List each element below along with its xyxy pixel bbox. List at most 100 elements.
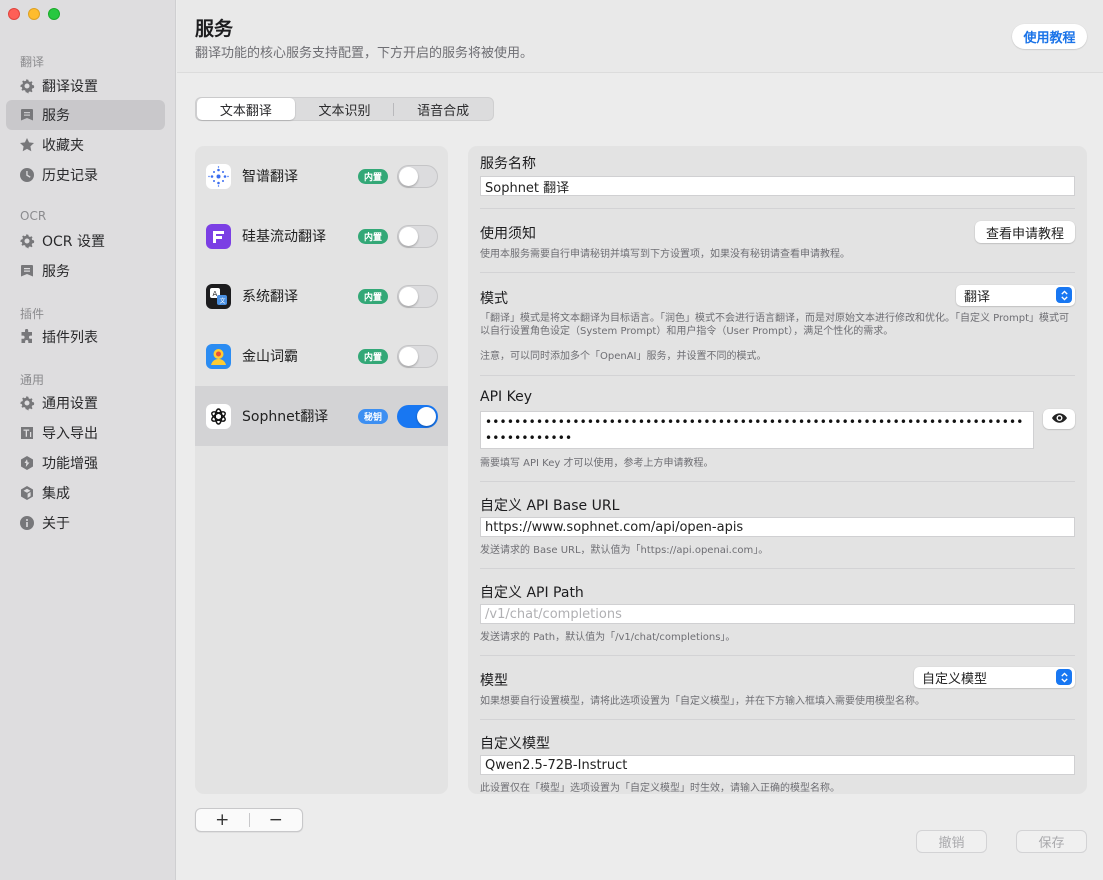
sidebar-item-translate-settings[interactable]: 翻译设置 [6,71,165,101]
divider [480,208,1075,209]
page-title: 服务 [195,18,234,40]
sidebar-item-ocr-settings[interactable]: OCR 设置 [6,226,165,256]
builtin-badge: 内置 [358,228,389,244]
close-window-button[interactable] [8,8,20,20]
service-name: 系统翻译 [242,289,298,305]
iciba-logo-icon [206,343,231,369]
service-detail-panel: 服务名称 Sophnet 翻译 使用须知 查看申请教程 使用本服务需要自行申请秘… [468,146,1087,794]
save-button[interactable]: 保存 [1016,830,1087,853]
divider [480,719,1075,720]
info-icon [19,515,35,531]
service-toggle-system[interactable] [397,284,438,308]
tab-text-translate[interactable]: 文本翻译 [197,98,295,120]
service-name: 硅基流动翻译 [242,229,326,245]
custom-model-input[interactable]: Qwen2.5-72B-Instruct [480,755,1075,775]
divider [480,375,1075,376]
mode-description: 「翻译」模式是将文本翻译为目标语言。「润色」模式不会进行语言翻译，而是对原始文本… [480,313,1070,337]
sidebar-item-about[interactable]: 关于 [6,508,165,538]
sidebar: 翻译 翻译设置 服务 收藏夹 历史记录 OCR OCR 设置 服务 插件 插件列… [0,0,176,880]
toggle-knob [399,226,418,246]
main-content: 文本翻译 文本识别 语音合成 智谱翻译 内置 硅基流动翻译 内置 A文 系统翻译… [177,74,1103,880]
base-url-input[interactable]: https://www.sophnet.com/api/open-apis [480,517,1075,537]
service-item-sophnet[interactable]: Sophnet翻译 秘钥 [195,386,448,446]
toggle-knob [399,346,418,366]
sidebar-item-services[interactable]: 服务 [6,100,165,130]
minimize-window-button[interactable] [28,8,40,20]
api-key-description: 需要填写 API Key 才可以使用，参考上方申请教程。 [480,458,714,469]
cancel-button[interactable]: 撤销 [916,830,987,853]
builtin-badge: 内置 [358,168,389,184]
remove-service-button[interactable]: − [250,810,303,830]
toggle-knob [399,166,418,186]
service-toggle-siliconflow[interactable] [397,224,438,248]
enhance-icon [19,455,35,471]
add-service-button[interactable]: + [196,810,249,830]
reveal-key-button[interactable] [1043,409,1075,429]
api-key-label: API Key [480,389,532,405]
zoom-window-button[interactable] [48,8,60,20]
service-toggle-sophnet[interactable] [397,404,438,428]
gear-icon [19,233,35,249]
tab-text-recognition[interactable]: 文本识别 [296,98,394,120]
service-item-system-translate[interactable]: A文 系统翻译 内置 [195,266,448,326]
sidebar-group-translate: 翻译 [20,55,45,69]
sidebar-item-label: OCR 设置 [42,234,105,250]
sidebar-item-plugin-list[interactable]: 插件列表 [6,322,165,352]
api-key-input[interactable]: ••••••••••••••••••••••••••••••••••••••••… [480,411,1034,449]
model-description: 如果想要自行设置模型，请将此选项设置为「自定义模型」，并在下方输入框填入需要使用… [480,696,925,707]
siliconflow-logo-icon [206,223,231,249]
sidebar-item-history[interactable]: 历史记录 [6,160,165,190]
service-toggle-zhipu[interactable] [397,164,438,188]
sidebar-item-label: 服务 [42,108,70,124]
model-selected-value: 自定义模型 [922,672,988,687]
model-select[interactable]: 自定义模型 [914,667,1075,688]
list-add-remove-control: + − [195,808,303,832]
service-name: 智谱翻译 [242,169,298,185]
chevron-up-down-icon [1056,287,1072,303]
builtin-badge: 内置 [358,288,389,304]
sidebar-item-general-settings[interactable]: 通用设置 [6,388,165,418]
service-name: 金山词霸 [242,349,298,365]
sidebar-item-integration[interactable]: 集成 [6,478,165,508]
tutorial-button[interactable]: 使用教程 [1012,24,1087,49]
sidebar-item-ocr-services[interactable]: 服务 [6,256,165,286]
mode-selected-value: 翻译 [964,290,991,305]
divider [480,272,1075,273]
api-path-input[interactable]: /v1/chat/completions [480,604,1075,624]
base-url-description: 发送请求的 Base URL，默认值为「https://api.openai.c… [480,545,769,556]
puzzle-icon [19,329,35,345]
svg-text:文: 文 [220,297,226,305]
integration-icon [19,485,35,501]
service-name-input[interactable]: Sophnet 翻译 [480,176,1075,196]
toggle-knob [417,406,436,426]
sidebar-group-ocr: OCR [20,209,47,223]
sidebar-item-label: 历史记录 [42,168,98,184]
service-item-siliconflow[interactable]: 硅基流动翻译 内置 [195,206,448,266]
service-list: 智谱翻译 内置 硅基流动翻译 内置 A文 系统翻译 内置 金山词霸 内置 Sop… [195,146,448,794]
sidebar-item-label: 功能增强 [42,456,98,472]
gear-icon [19,395,35,411]
tab-speech-synthesis[interactable]: 语音合成 [394,98,492,120]
divider [480,655,1075,656]
service-name: Sophnet翻译 [242,409,329,425]
sidebar-item-import-export[interactable]: 导入导出 [6,418,165,448]
service-item-iciba[interactable]: 金山词霸 内置 [195,326,448,386]
svg-text:A: A [213,290,218,298]
sidebar-item-favorites[interactable]: 收藏夹 [6,130,165,160]
view-application-tutorial-button[interactable]: 查看申请教程 [975,221,1075,243]
api-path-description: 发送请求的 Path，默认值为「/v1/chat/completions」。 [480,632,736,643]
clock-icon [19,167,35,183]
service-type-tabs: 文本翻译 文本识别 语音合成 [195,97,494,121]
service-toggle-iciba[interactable] [397,344,438,368]
service-icon [19,263,35,279]
sidebar-group-plugins: 插件 [20,307,45,321]
mode-select[interactable]: 翻译 [956,285,1075,306]
divider [480,481,1075,482]
sidebar-item-enhance[interactable]: 功能增强 [6,448,165,478]
service-item-zhipu[interactable]: 智谱翻译 内置 [195,146,448,206]
base-url-label: 自定义 API Base URL [480,498,620,514]
openai-logo-icon [206,403,231,429]
toggle-knob [399,286,418,306]
divider [480,568,1075,569]
notice-description: 使用本服务需要自行申请秘钥并填写到下方设置项，如果没有秘钥请查看申请教程。 [480,249,850,260]
